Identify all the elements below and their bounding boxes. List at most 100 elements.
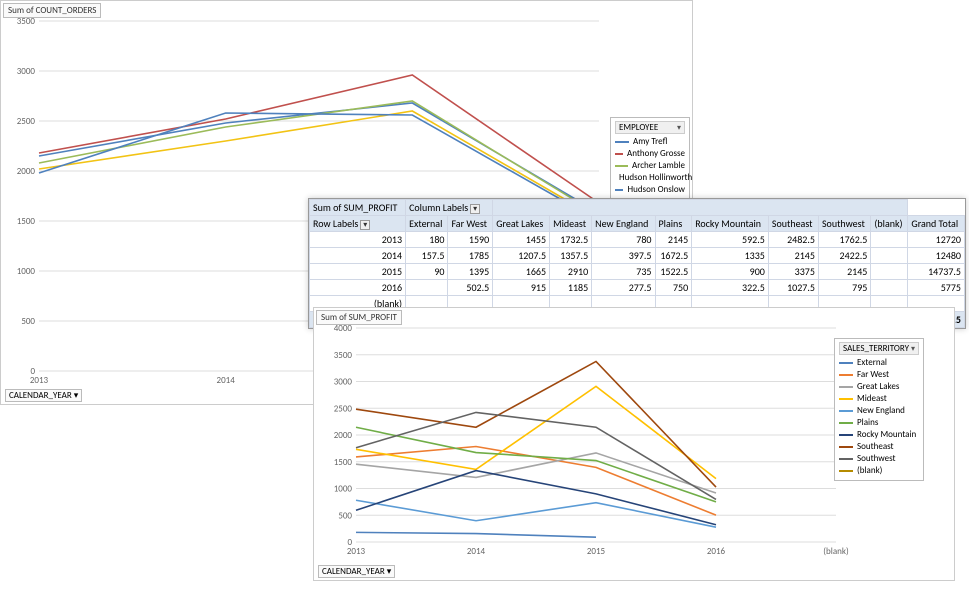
- row-header[interactable]: 2013: [310, 232, 406, 248]
- cell[interactable]: 1672.5: [655, 248, 692, 264]
- cell[interactable]: 735: [592, 264, 655, 280]
- legend-item[interactable]: Hudson Hollinworth: [615, 172, 685, 184]
- legend-item[interactable]: Southwest: [839, 453, 919, 465]
- cell[interactable]: [871, 264, 908, 280]
- chart2-legend-title-button[interactable]: SALES_TERRITORY▾: [839, 342, 919, 355]
- cell[interactable]: 592.5: [692, 232, 769, 248]
- cell[interactable]: 915: [493, 280, 550, 296]
- column-header[interactable]: Plains: [655, 216, 692, 232]
- chart2-xaxis-button[interactable]: CALENDAR_YEAR▾: [318, 565, 395, 578]
- column-header[interactable]: New England: [592, 216, 655, 232]
- cell[interactable]: 12480: [908, 248, 965, 264]
- cell[interactable]: 502.5: [448, 280, 493, 296]
- column-header[interactable]: External: [406, 216, 448, 232]
- cell[interactable]: 5775: [908, 280, 965, 296]
- svg-text:3000: 3000: [17, 66, 36, 77]
- cell[interactable]: [871, 280, 908, 296]
- cell[interactable]: 1185: [550, 280, 592, 296]
- legend-item[interactable]: Anthony Grosse: [615, 148, 685, 160]
- column-header[interactable]: Rocky Mountain: [692, 216, 769, 232]
- legend-swatch: [615, 165, 628, 167]
- row-labels-button[interactable]: Row Labels▾: [310, 216, 406, 232]
- legend-swatch: [839, 458, 853, 460]
- cell[interactable]: 3375: [768, 264, 818, 280]
- legend-item[interactable]: Hudson Onslow: [615, 184, 685, 196]
- legend-swatch: [839, 398, 853, 400]
- column-header[interactable]: Far West: [448, 216, 493, 232]
- legend-swatch: [839, 386, 853, 388]
- cell[interactable]: 1732.5: [550, 232, 592, 248]
- cell[interactable]: [406, 280, 448, 296]
- column-header[interactable]: Mideast: [550, 216, 592, 232]
- row-header[interactable]: 2016: [310, 280, 406, 296]
- cell[interactable]: 2145: [655, 232, 692, 248]
- legend-swatch: [615, 141, 629, 143]
- cell[interactable]: 1027.5: [768, 280, 818, 296]
- svg-text:500: 500: [338, 510, 352, 521]
- legend-item[interactable]: New England: [839, 405, 919, 417]
- column-header[interactable]: Southwest: [818, 216, 870, 232]
- cell[interactable]: 1785: [448, 248, 493, 264]
- legend-swatch: [839, 422, 853, 424]
- cell[interactable]: 397.5: [592, 248, 655, 264]
- cell[interactable]: [871, 248, 908, 264]
- cell[interactable]: 1665: [493, 264, 550, 280]
- chart1-xaxis-button[interactable]: CALENDAR_YEAR▾: [5, 389, 82, 402]
- svg-text:2000: 2000: [17, 166, 36, 177]
- cell[interactable]: 2145: [768, 248, 818, 264]
- cell[interactable]: 1455: [493, 232, 550, 248]
- cell[interactable]: [871, 232, 908, 248]
- cell[interactable]: 1590: [448, 232, 493, 248]
- cell[interactable]: 1522.5: [655, 264, 692, 280]
- legend-item[interactable]: Amy Trefl: [615, 136, 685, 148]
- cell[interactable]: 2422.5: [818, 248, 870, 264]
- cell[interactable]: 322.5: [692, 280, 769, 296]
- cell[interactable]: 2910: [550, 264, 592, 280]
- legend-item[interactable]: Far West: [839, 369, 919, 381]
- svg-text:2015: 2015: [587, 546, 606, 557]
- svg-text:3500: 3500: [17, 16, 36, 27]
- column-header[interactable]: Great Lakes: [493, 216, 550, 232]
- cell[interactable]: 14737.5: [908, 264, 965, 280]
- legend-item[interactable]: Great Lakes: [839, 381, 919, 393]
- legend-item[interactable]: Archer Lamble: [615, 160, 685, 172]
- cell[interactable]: 1207.5: [493, 248, 550, 264]
- cell[interactable]: 795: [818, 280, 870, 296]
- legend-item[interactable]: (blank): [839, 465, 919, 477]
- cell[interactable]: 277.5: [592, 280, 655, 296]
- legend-item[interactable]: Plains: [839, 417, 919, 429]
- cell[interactable]: 2145: [818, 264, 870, 280]
- cell[interactable]: 12720: [908, 232, 965, 248]
- col-labels-button[interactable]: Column Labels▾: [406, 200, 493, 216]
- chevron-down-icon: ▾: [470, 204, 480, 214]
- column-header[interactable]: (blank): [871, 216, 908, 232]
- row-header[interactable]: 2015: [310, 264, 406, 280]
- cell[interactable]: 1335: [692, 248, 769, 264]
- column-header[interactable]: Grand Total: [908, 216, 965, 232]
- svg-text:3500: 3500: [334, 350, 353, 361]
- chart2-legend: SALES_TERRITORY▾ ExternalFar WestGreat L…: [834, 338, 924, 481]
- legend-label: Hudson Hollinworth: [619, 172, 692, 184]
- cell[interactable]: 180: [406, 232, 448, 248]
- legend-item[interactable]: Rocky Mountain: [839, 429, 919, 441]
- legend-label: External: [857, 357, 887, 369]
- cell[interactable]: 1395: [448, 264, 493, 280]
- cell[interactable]: 2482.5: [768, 232, 818, 248]
- legend-label: Archer Lamble: [632, 160, 685, 172]
- legend-item[interactable]: External: [839, 357, 919, 369]
- legend-item[interactable]: Mideast: [839, 393, 919, 405]
- cell[interactable]: 900: [692, 264, 769, 280]
- cell[interactable]: 780: [592, 232, 655, 248]
- legend-swatch: [615, 153, 623, 155]
- cell[interactable]: 1762.5: [818, 232, 870, 248]
- cell[interactable]: 750: [655, 280, 692, 296]
- row-header[interactable]: 2014: [310, 248, 406, 264]
- cell[interactable]: 1357.5: [550, 248, 592, 264]
- column-header[interactable]: Southeast: [768, 216, 818, 232]
- chart1-legend-title-button[interactable]: EMPLOYEE▾: [615, 121, 685, 134]
- legend-swatch: [839, 446, 853, 448]
- legend-item[interactable]: Southeast: [839, 441, 919, 453]
- cell[interactable]: 157.5: [406, 248, 448, 264]
- cell[interactable]: 90: [406, 264, 448, 280]
- svg-text:2013: 2013: [30, 375, 49, 386]
